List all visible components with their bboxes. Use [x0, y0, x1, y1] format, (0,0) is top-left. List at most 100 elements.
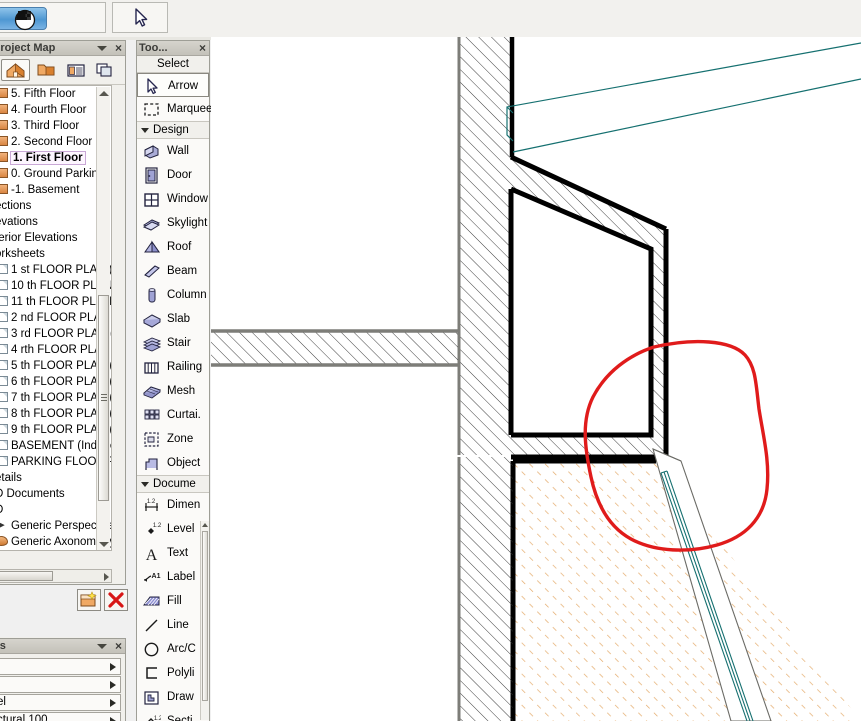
- option-row-2[interactable]: [0, 676, 121, 693]
- application-window: Project Map ×: [0, 0, 861, 721]
- tree-item[interactable]: 9 th FLOOR PLAN (I: [0, 422, 111, 438]
- options-titlebar[interactable]: ns ×: [0, 639, 125, 654]
- tool-secti[interactable]: 1.2Secti: [137, 709, 209, 721]
- tool-curtai[interactable]: Curtai.: [137, 403, 209, 427]
- tool-object[interactable]: Object: [137, 451, 209, 475]
- zone-icon: [142, 430, 161, 449]
- tree-item[interactable]: D: [0, 502, 111, 518]
- option-row-4[interactable]: ctural 100: [0, 712, 121, 721]
- paint-fill-icon[interactable]: [0, 7, 47, 30]
- tool-line[interactable]: Line: [137, 613, 209, 637]
- chevron-right-icon[interactable]: [110, 681, 116, 689]
- tree-item-label: 2. Second Floor: [11, 136, 92, 148]
- toolbox-section-documentation[interactable]: Docume: [137, 476, 209, 492]
- chevron-right-icon[interactable]: [110, 699, 116, 707]
- scrollbar-thumb[interactable]: [98, 295, 109, 501]
- tree-item[interactable]: BASEMENT (Indepen: [0, 438, 111, 454]
- tool-door[interactable]: Door: [137, 163, 209, 187]
- toolbox-titlebar[interactable]: Too... ×: [137, 41, 209, 56]
- tool-arrow[interactable]: Arrow: [137, 73, 209, 97]
- tool-level[interactable]: 1.2Level: [137, 517, 209, 541]
- arrow-pointer-icon[interactable]: [127, 5, 153, 30]
- tree-item[interactable]: 5. Fifth Floor: [0, 86, 111, 102]
- sidebar-item-layout-book[interactable]: [63, 59, 92, 81]
- sidebar-item-view-map[interactable]: [33, 59, 62, 81]
- tree-item[interactable]: 8 th FLOOR PLAN (I: [0, 406, 111, 422]
- tree-item[interactable]: 5 th FLOOR PLAN (I: [0, 358, 111, 374]
- tool-mesh[interactable]: Mesh: [137, 379, 209, 403]
- tool-zone[interactable]: Zone: [137, 427, 209, 451]
- tool-stair[interactable]: Stair: [137, 331, 209, 355]
- tool-fill[interactable]: Fill: [137, 589, 209, 613]
- new-view-button[interactable]: [77, 589, 101, 611]
- tool-label[interactable]: A1Label: [137, 565, 209, 589]
- tree-item[interactable]: 3 rd FLOOR PLAN (I: [0, 326, 111, 342]
- close-icon[interactable]: ×: [115, 639, 122, 653]
- delete-view-button[interactable]: [104, 589, 128, 611]
- tree-item[interactable]: PARKING FLOOR PL.: [0, 454, 111, 470]
- tree-item[interactable]: 6 th FLOOR PLAN (I: [0, 374, 111, 390]
- tool-slab[interactable]: Slab: [137, 307, 209, 331]
- chevron-down-icon[interactable]: [141, 128, 149, 133]
- sidebar-item-project-map[interactable]: [1, 59, 30, 81]
- tree-item[interactable]: chedules: [0, 550, 111, 551]
- chevron-right-icon[interactable]: [110, 717, 116, 721]
- tree-item[interactable]: 10 th FLOOR PLAN: [0, 278, 111, 294]
- tool-text[interactable]: AText: [137, 541, 209, 565]
- tree-item[interactable]: -1. Basement: [0, 182, 111, 198]
- tree-item[interactable]: terior Elevations: [0, 230, 111, 246]
- tool-window[interactable]: Window: [137, 187, 209, 211]
- tool-skylight[interactable]: Skylight: [137, 211, 209, 235]
- chevron-down-icon[interactable]: [97, 644, 107, 649]
- tool-beam[interactable]: Beam: [137, 259, 209, 283]
- tree-item[interactable]: Generic Perspective: [0, 518, 111, 534]
- scroll-right-icon[interactable]: [104, 573, 109, 581]
- scrollbar-thumb[interactable]: [202, 531, 208, 701]
- tree-item[interactable]: D Documents: [0, 486, 111, 502]
- tree-item[interactable]: 1. First Floor: [0, 150, 111, 166]
- scroll-down-icon[interactable]: [99, 542, 109, 547]
- tree-item[interactable]: 1 st FLOOR PLAN (Ir: [0, 262, 111, 278]
- option-row-3[interactable]: el: [0, 694, 121, 711]
- tool-roof[interactable]: Roof: [137, 235, 209, 259]
- tool-wall[interactable]: Wall: [137, 139, 209, 163]
- tool-railing[interactable]: Railing: [137, 355, 209, 379]
- scroll-up-icon[interactable]: [99, 91, 109, 96]
- tree-item[interactable]: evations: [0, 214, 111, 230]
- toolbox-section-design[interactable]: Design: [137, 122, 209, 138]
- scroll-up-icon[interactable]: [202, 523, 208, 527]
- tool-polyli[interactable]: Polyli: [137, 661, 209, 685]
- tool-column[interactable]: Column: [137, 283, 209, 307]
- tool-draw[interactable]: Draw: [137, 685, 209, 709]
- floor-plan-canvas[interactable]: [211, 37, 861, 721]
- chevron-down-icon[interactable]: [141, 482, 149, 487]
- hscrollbar-thumb[interactable]: [0, 571, 53, 581]
- tree-item[interactable]: 11 th FLOOR PLAN: [0, 294, 111, 310]
- svg-text:1.2: 1.2: [153, 523, 161, 529]
- tree-item[interactable]: 2 nd FLOOR PLAN (: [0, 310, 111, 326]
- sidebar-item-publisher-sets[interactable]: [92, 59, 121, 81]
- option-row-1[interactable]: [0, 658, 121, 675]
- chevron-down-icon[interactable]: [97, 46, 107, 51]
- project-map-tree[interactable]: 5. Fifth Floor4. Fourth Floor3. Third Fl…: [0, 85, 112, 551]
- chevron-right-icon[interactable]: [110, 663, 116, 671]
- tree-item[interactable]: 4. Fourth Floor: [0, 102, 111, 118]
- tree-item[interactable]: 3. Third Floor: [0, 118, 111, 134]
- tree-item[interactable]: 0. Ground Parking: [0, 166, 111, 182]
- close-icon[interactable]: ×: [115, 41, 122, 55]
- tree-item[interactable]: 2. Second Floor: [0, 134, 111, 150]
- tool-dimen[interactable]: 1.2Dimen: [137, 493, 209, 517]
- tree-item[interactable]: etails: [0, 470, 111, 486]
- tool-marquee[interactable]: Marquee: [137, 97, 209, 121]
- tool-arc-c[interactable]: Arc/C: [137, 637, 209, 661]
- close-icon[interactable]: ×: [199, 41, 206, 55]
- tree-horizontal-scrollbar[interactable]: [0, 569, 112, 583]
- tree-item[interactable]: 7 th FLOOR PLAN (I: [0, 390, 111, 406]
- tree-item[interactable]: ections: [0, 198, 111, 214]
- tree-item[interactable]: orksheets: [0, 246, 111, 262]
- project-map-titlebar[interactable]: Project Map ×: [0, 41, 125, 56]
- tree-item[interactable]: Generic Axonometry: [0, 534, 111, 550]
- tree-item[interactable]: 4 rth FLOOR PLAN (: [0, 342, 111, 358]
- toolbox-vertical-scrollbar[interactable]: [200, 521, 209, 720]
- tree-vertical-scrollbar[interactable]: [96, 87, 110, 551]
